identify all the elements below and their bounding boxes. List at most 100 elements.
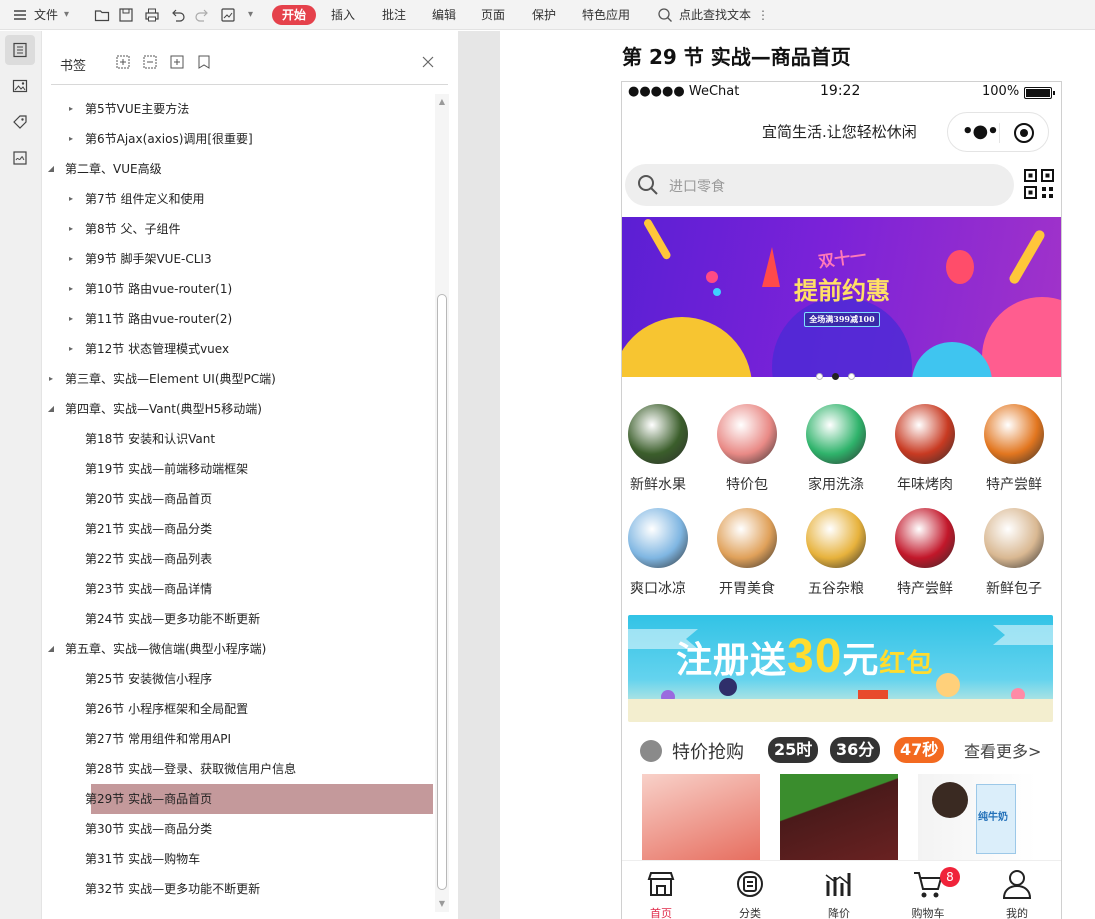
search-input[interactable]: 进口零食 <box>625 164 1014 206</box>
register-promo-banner[interactable]: 注册送30元红包 <box>628 615 1053 722</box>
scroll-up-icon[interactable]: ▲ <box>437 96 447 108</box>
tab-start[interactable]: 开始 <box>272 5 316 25</box>
close-icon[interactable] <box>421 55 435 69</box>
tab-annotate[interactable]: 批注 <box>382 0 406 30</box>
thumbnail-panel-button[interactable] <box>5 71 35 101</box>
bookmark-item[interactable]: ▸ 第5节VUE主要方法 <box>51 94 431 124</box>
tab-protect[interactable]: 保护 <box>532 0 556 30</box>
bookmark-item[interactable]: 第22节 实战—商品列表 <box>51 544 431 574</box>
bookmark-item[interactable]: 第24节 实战—更多功能不断更新 <box>51 604 431 634</box>
scrollbar-thumb[interactable] <box>437 294 447 890</box>
print-icon[interactable] <box>144 7 160 23</box>
tab-edit[interactable]: 编辑 <box>432 0 456 30</box>
hamburger-menu-icon[interactable] <box>12 7 28 23</box>
bookmark-item[interactable]: ◢ 第四章、实战—Vant(典型H5移动端) <box>48 394 431 424</box>
category-item[interactable]: 特产尝鲜 <box>885 508 965 604</box>
save-icon[interactable] <box>118 7 134 23</box>
bookmark-item[interactable]: ▸ 第三章、实战—Element UI(典型PC端) <box>49 364 431 394</box>
qr-code-icon[interactable] <box>1024 169 1054 199</box>
bookmark-item[interactable]: 第19节 实战—前端移动端框架 <box>51 454 431 484</box>
bookmark-item[interactable]: ▸ 第9节 脚手架VUE-CLI3 <box>51 244 431 274</box>
bookmark-item[interactable]: 第23节 实战—商品详情 <box>51 574 431 604</box>
caret-right-icon[interactable]: ▸ <box>66 124 76 154</box>
caret-down-icon[interactable]: ◢ <box>46 154 56 184</box>
category-item[interactable]: 新鲜包子 <box>974 508 1054 604</box>
caret-right-icon[interactable]: ▸ <box>66 214 76 244</box>
category-item[interactable]: 五谷杂粮 <box>796 508 876 604</box>
bookmark-item[interactable]: 第27节 常用组件和常用API <box>51 724 431 754</box>
bookmark-item[interactable]: 第18节 安装和认识Vant <box>51 424 431 454</box>
redo-icon[interactable] <box>194 7 210 23</box>
tab-category[interactable]: 分类 <box>710 861 790 919</box>
open-folder-icon[interactable] <box>94 7 110 23</box>
close-mini-program-icon[interactable] <box>1014 123 1034 143</box>
bookmark-item[interactable]: ▸ 第11节 路由vue-router(2) <box>51 304 431 334</box>
tab-user[interactable]: 我的 <box>977 861 1057 919</box>
category-item[interactable]: 特产尝鲜 <box>974 404 1054 500</box>
bookmark-panel-button[interactable] <box>5 35 35 65</box>
add-bookmark-icon[interactable] <box>170 55 184 69</box>
caret-right-icon[interactable]: ▸ <box>66 274 76 304</box>
bookmark-item[interactable]: ▸ 第8节 父、子组件 <box>51 214 431 244</box>
caret-down-icon[interactable]: ◢ <box>46 394 56 424</box>
bookmark-item[interactable]: ▸ 第7节 组件定义和使用 <box>51 184 431 214</box>
tab-insert[interactable]: 插入 <box>331 0 355 30</box>
tab-price-drop[interactable]: 降价 <box>799 861 879 919</box>
bookmark-item[interactable]: ▸ 第6节Ajax(axios)调用[很重要] <box>51 124 431 154</box>
bookmark-item[interactable]: 第26节 小程序框架和全局配置 <box>51 694 431 724</box>
overflow-icon[interactable]: ⋮ <box>757 0 769 30</box>
caret-right-icon[interactable]: ▸ <box>66 244 76 274</box>
annotation-panel-button[interactable] <box>5 107 35 137</box>
bookmark-item[interactable]: 第28节 实战—登录、获取微信用户信息 <box>51 754 431 784</box>
bookmark-item[interactable]: ▸ 第12节 状态管理模式vuex <box>51 334 431 364</box>
carousel-dot-active[interactable] <box>832 373 839 380</box>
tab-cart[interactable]: 8 购物车 <box>888 861 968 919</box>
carousel-dot[interactable] <box>816 373 823 380</box>
more-dots-icon[interactable]: •●• <box>962 121 999 142</box>
bookmark-item[interactable]: 第20节 实战—商品首页 <box>51 484 431 514</box>
bookmark-item[interactable]: ◢ 第五章、实战—微信端(典型小程序端) <box>48 634 431 664</box>
category-item[interactable]: 新鲜水果 <box>622 404 698 500</box>
product-card-milk[interactable]: 纯牛奶 <box>918 774 1036 864</box>
category-item[interactable]: 特价包 <box>707 404 787 500</box>
caret-down-icon[interactable]: ◢ <box>46 634 56 664</box>
carousel-dot[interactable] <box>848 373 855 380</box>
product-card-jerky[interactable] <box>780 774 898 864</box>
category-item[interactable]: 家用洗涤 <box>796 404 876 500</box>
bookmark-item[interactable]: ◢ 第二章、VUE高级 <box>48 154 431 184</box>
tab-features[interactable]: 特色应用 <box>582 0 630 30</box>
bookmark-item[interactable]: 第21节 实战—商品分类 <box>51 514 431 544</box>
bookmark-item[interactable]: 第25节 安装微信小程序 <box>51 664 431 694</box>
more-chevron-icon[interactable]: ▾ <box>248 0 253 30</box>
caret-right-icon[interactable]: ▸ <box>66 334 76 364</box>
caret-right-icon[interactable]: ▸ <box>66 304 76 334</box>
bookmark-item[interactable]: ▸ 第10节 路由vue-router(1) <box>51 274 431 304</box>
bookmark-icon[interactable] <box>197 55 211 69</box>
wechat-capsule[interactable]: •●• <box>947 112 1049 152</box>
bookmark-item[interactable]: 第29节 实战—商品首页 <box>85 784 433 814</box>
tab-page[interactable]: 页面 <box>481 0 505 30</box>
promo-banner[interactable]: 双十一 提前约惠 全场满399减100 <box>622 217 1061 377</box>
file-menu[interactable]: 文件 <box>34 0 58 30</box>
collapse-all-icon[interactable] <box>143 55 157 69</box>
caret-right-icon[interactable]: ▸ <box>46 364 56 394</box>
bookmark-scrollbar[interactable]: ▲ ▼ <box>435 94 449 912</box>
category-item[interactable]: 开胃美食 <box>707 508 787 604</box>
caret-right-icon[interactable]: ▸ <box>66 94 76 124</box>
signature-panel-button[interactable] <box>5 143 35 173</box>
expand-all-icon[interactable] <box>116 55 130 69</box>
bookmark-item[interactable]: 第31节 实战—购物车 <box>51 844 431 874</box>
category-item[interactable]: 爽口冰凉 <box>622 508 698 604</box>
view-more-link[interactable]: 查看更多> <box>964 738 1041 762</box>
bookmark-item[interactable]: 第30节 实战—商品分类 <box>51 814 431 844</box>
export-image-icon[interactable] <box>220 7 236 23</box>
undo-icon[interactable] <box>170 7 186 23</box>
carousel-indicator[interactable] <box>816 371 866 381</box>
category-item[interactable]: 年味烤肉 <box>885 404 965 500</box>
search-icon[interactable] <box>657 7 673 23</box>
bookmark-item[interactable]: 第32节 实战—更多功能不断更新 <box>51 874 431 904</box>
tab-shop[interactable]: 首页 <box>622 861 701 919</box>
find-text-field[interactable]: 点此查找文本 <box>679 0 751 30</box>
product-card-meat[interactable] <box>642 774 760 864</box>
caret-right-icon[interactable]: ▸ <box>66 184 76 214</box>
